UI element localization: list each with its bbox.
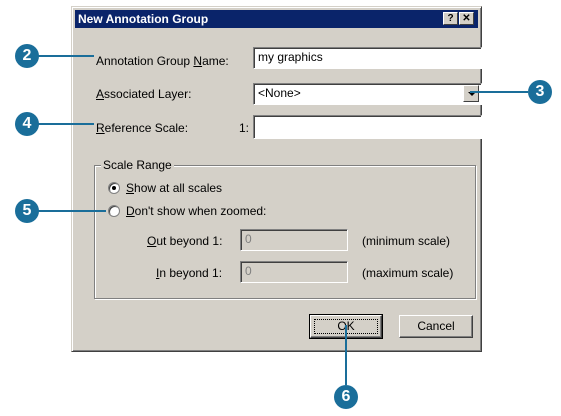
minimum-scale-hint: (minimum scale) xyxy=(362,234,451,248)
maximum-scale-hint: (maximum scale) xyxy=(362,266,454,280)
show-all-scales-radio[interactable] xyxy=(108,182,120,194)
title-bar[interactable]: New Annotation Group ? ✕ xyxy=(75,10,478,28)
dont-show-zoomed-radio[interactable] xyxy=(108,205,120,217)
out-beyond-input[interactable]: 0 xyxy=(240,229,348,251)
group-name-label: Annotation Group Name: xyxy=(96,54,229,68)
dialog-title: New Annotation Group xyxy=(78,12,209,26)
callout-6-leader xyxy=(345,325,347,385)
callout-4: 4 xyxy=(15,112,39,136)
dont-show-zoomed-label[interactable]: Don't show when zoomed: xyxy=(126,204,266,218)
group-name-input[interactable]: my graphics xyxy=(253,47,482,69)
radio-selected-dot xyxy=(112,186,116,190)
callout-5: 5 xyxy=(15,199,39,223)
reference-scale-input[interactable] xyxy=(253,115,482,139)
associated-layer-select[interactable]: <None> xyxy=(253,83,482,105)
in-beyond-input[interactable]: 0 xyxy=(240,261,348,283)
new-annotation-group-dialog: New Annotation Group ? ✕ Annotation Grou… xyxy=(71,6,482,352)
help-button[interactable]: ? xyxy=(443,12,458,25)
reference-scale-prefix: 1: xyxy=(239,121,250,135)
callout-4-leader xyxy=(36,123,94,125)
callout-3: 3 xyxy=(528,80,552,104)
callout-5-leader xyxy=(36,210,106,212)
in-beyond-label: In beyond 1: xyxy=(156,266,223,280)
close-button[interactable]: ✕ xyxy=(459,12,474,25)
callout-2-leader xyxy=(36,55,94,57)
associated-layer-label: Associated Layer: xyxy=(96,87,192,101)
cancel-button-label: Cancel xyxy=(417,319,455,333)
callout-2: 2 xyxy=(15,44,39,68)
callout-3-leader xyxy=(470,91,528,93)
dropdown-arrow-button[interactable] xyxy=(463,85,479,102)
scale-range-legend: Scale Range xyxy=(101,158,174,172)
callout-6: 6 xyxy=(334,385,358,409)
reference-scale-label: Reference Scale: xyxy=(96,121,189,135)
show-all-scales-label[interactable]: Show at all scales xyxy=(126,181,222,195)
out-beyond-label: Out beyond 1: xyxy=(147,234,223,248)
cancel-button[interactable]: Cancel xyxy=(399,315,473,338)
